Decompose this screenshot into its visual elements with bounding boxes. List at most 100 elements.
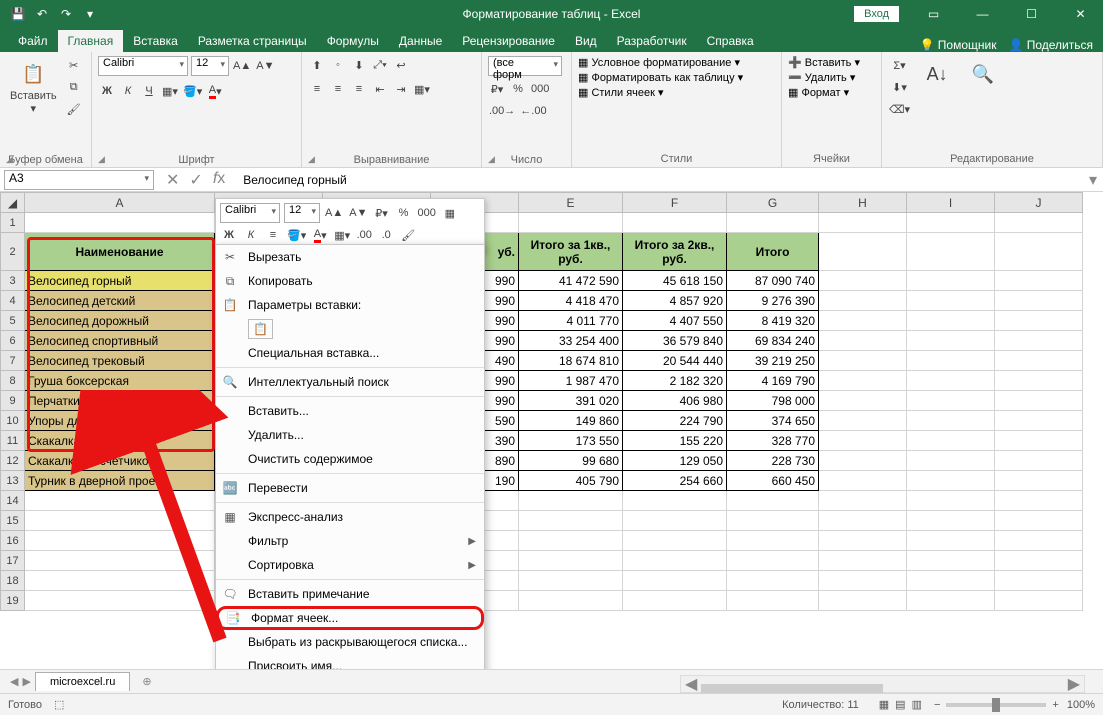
format-painter-icon[interactable]: 🖌 <box>65 100 83 118</box>
align-right-icon[interactable]: ≡ <box>350 80 368 98</box>
hdr-name[interactable]: Наименование <box>25 233 215 271</box>
cell-e[interactable]: 405 790 <box>519 471 623 491</box>
cancel-formula-icon[interactable]: ✕ <box>166 170 179 190</box>
cell[interactable] <box>623 571 727 591</box>
cell[interactable] <box>519 551 623 571</box>
cell-e[interactable]: 391 020 <box>519 391 623 411</box>
cell[interactable] <box>727 571 819 591</box>
cell[interactable] <box>907 531 995 551</box>
cell-g[interactable]: 328 770 <box>727 431 819 451</box>
cell-e[interactable]: 18 674 810 <box>519 351 623 371</box>
col-header-A[interactable]: A <box>25 193 215 213</box>
cell-f[interactable]: 224 790 <box>623 411 727 431</box>
sheet-nav-next-icon[interactable]: ▶ <box>22 675 30 688</box>
cell[interactable] <box>819 571 907 591</box>
cell[interactable] <box>25 571 215 591</box>
cell-name[interactable]: Скакалка со счетчиком <box>25 451 215 471</box>
align-left-icon[interactable]: ≡ <box>308 80 326 98</box>
zoom-slider[interactable] <box>946 703 1046 707</box>
cell-g[interactable]: 39 219 250 <box>727 351 819 371</box>
tab-pagelayout[interactable]: Разметка страницы <box>188 30 317 52</box>
cell[interactable] <box>25 551 215 571</box>
cell[interactable] <box>995 511 1083 531</box>
ctx-paste-options[interactable]: 📋Параметры вставки: <box>216 293 484 317</box>
cell-f[interactable]: 4 407 550 <box>623 311 727 331</box>
cell[interactable] <box>907 551 995 571</box>
cell-g[interactable]: 8 419 320 <box>727 311 819 331</box>
row-header-5[interactable]: 5 <box>1 311 25 331</box>
cell-f[interactable]: 4 857 920 <box>623 291 727 311</box>
formula-input[interactable] <box>237 170 1083 190</box>
cell-name[interactable]: Упоры для отжимания <box>25 411 215 431</box>
cell-g[interactable]: 87 090 740 <box>727 271 819 291</box>
cell-e[interactable]: 1 987 470 <box>519 371 623 391</box>
cell-g[interactable]: 798 000 <box>727 391 819 411</box>
font-size-combo[interactable]: 12 <box>191 56 229 76</box>
cell-f[interactable]: 129 050 <box>623 451 727 471</box>
mini-italic-button[interactable]: К <box>242 226 260 244</box>
cell[interactable] <box>519 531 623 551</box>
cell-g[interactable]: 69 834 240 <box>727 331 819 351</box>
orientation-icon[interactable]: ⤢▾ <box>371 56 389 74</box>
hdr-f[interactable]: Итого за 2кв., руб. <box>623 233 727 271</box>
minimize-icon[interactable]: — <box>960 0 1005 28</box>
cell[interactable] <box>519 571 623 591</box>
decrease-font-icon[interactable]: A▼ <box>255 57 275 75</box>
mini-fontcolor-icon[interactable]: A▾ <box>311 226 329 244</box>
zoom-out-icon[interactable]: − <box>934 699 940 711</box>
cell-f[interactable]: 20 544 440 <box>623 351 727 371</box>
mini-table-icon[interactable]: ▦ <box>441 204 459 222</box>
row-header-1[interactable]: 1 <box>1 213 25 233</box>
login-button[interactable]: Вход <box>854 6 899 22</box>
inc-decimal-icon[interactable]: .00→ <box>488 102 516 120</box>
cell[interactable] <box>819 213 907 233</box>
cell-f[interactable]: 2 182 320 <box>623 371 727 391</box>
col-header-H[interactable]: H <box>819 193 907 213</box>
cell[interactable] <box>25 491 215 511</box>
mini-percent-icon[interactable]: % <box>394 204 412 222</box>
undo-icon[interactable]: ↶ <box>34 6 50 22</box>
ctx-smart-lookup[interactable]: 🔍Интеллектуальный поиск <box>216 370 484 394</box>
row-header-6[interactable]: 6 <box>1 331 25 351</box>
row-header-7[interactable]: 7 <box>1 351 25 371</box>
mini-dec-font-icon[interactable]: A▼ <box>348 204 368 222</box>
ctx-filter[interactable]: Фильтр▶ <box>216 529 484 553</box>
cell-e[interactable]: 4 418 470 <box>519 291 623 311</box>
cell[interactable] <box>819 551 907 571</box>
cut-icon[interactable]: ✂ <box>65 56 83 74</box>
cell-f[interactable]: 36 579 840 <box>623 331 727 351</box>
align-launcher-icon[interactable]: ◢ <box>308 154 473 165</box>
mini-thousands-icon[interactable]: 000 <box>416 204 436 222</box>
cell-g[interactable]: 4 169 790 <box>727 371 819 391</box>
italic-button[interactable]: К <box>119 82 137 100</box>
row-header-3[interactable]: 3 <box>1 271 25 291</box>
enter-formula-icon[interactable]: ✓ <box>189 170 202 190</box>
font-name-combo[interactable]: Calibri <box>98 56 188 76</box>
cell[interactable] <box>907 491 995 511</box>
align-top-icon[interactable]: ⬆ <box>308 56 326 74</box>
redo-icon[interactable]: ↷ <box>58 6 74 22</box>
ctx-copy[interactable]: ⧉Копировать <box>216 269 484 293</box>
cell-e[interactable]: 99 680 <box>519 451 623 471</box>
row-header-2[interactable]: 2 <box>1 233 25 271</box>
mini-align-icon[interactable]: ≡ <box>264 226 282 244</box>
ctx-clear[interactable]: Очистить содержимое <box>216 447 484 471</box>
ctx-cut[interactable]: ✂Вырезать <box>216 245 484 269</box>
ctx-translate[interactable]: 🔤Перевести <box>216 476 484 500</box>
mini-bold-button[interactable]: Ж <box>220 226 238 244</box>
cell[interactable] <box>25 531 215 551</box>
cell[interactable] <box>727 551 819 571</box>
cell[interactable] <box>995 571 1083 591</box>
save-icon[interactable]: 💾 <box>10 6 26 22</box>
row-header-4[interactable]: 4 <box>1 291 25 311</box>
font-launcher-icon[interactable]: ◢ <box>98 154 293 165</box>
ctx-delete[interactable]: Удалить... <box>216 423 484 447</box>
align-center-icon[interactable]: ≡ <box>329 80 347 98</box>
tab-file[interactable]: Файл <box>8 30 58 52</box>
format-cells-button[interactable]: ▦ Формат ▾ <box>788 86 849 99</box>
cell-name[interactable]: Турник в дверной проем <box>25 471 215 491</box>
row-header-18[interactable]: 18 <box>1 571 25 591</box>
fill-color-icon[interactable]: 🪣▾ <box>182 82 203 100</box>
cell[interactable] <box>623 213 727 233</box>
cell[interactable] <box>727 511 819 531</box>
